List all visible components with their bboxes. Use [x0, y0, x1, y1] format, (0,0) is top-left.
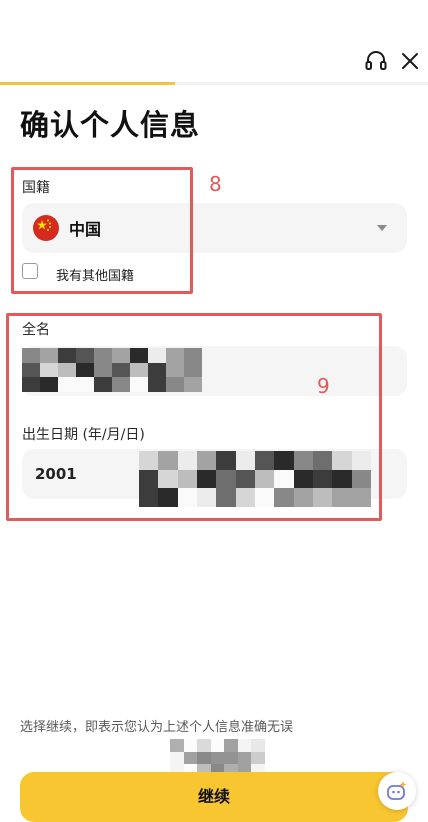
redaction-cell: [251, 751, 265, 765]
redaction-cell: [210, 739, 225, 752]
redaction-cell: [237, 739, 252, 752]
redaction-cell: [224, 751, 238, 765]
redaction-cell: [183, 751, 198, 765]
disclaimer-text: 选择继续，即表示您认为上述个人信息准确无误: [20, 720, 294, 735]
redaction-cell: [224, 739, 238, 752]
close-icon[interactable]: [400, 51, 420, 71]
headset-icon[interactable]: [364, 50, 388, 72]
annotation-box-8: [11, 167, 193, 294]
redaction-cell: [197, 751, 211, 765]
redaction-cell: [183, 739, 198, 752]
redaction-cell: [210, 751, 225, 765]
annotation-number-9: 9: [317, 374, 330, 398]
redaction-cell: [170, 739, 184, 752]
continue-button[interactable]: 继续: [20, 772, 408, 822]
redaction-cell: [237, 751, 252, 765]
redaction-cell: [197, 739, 211, 752]
progress-bar: [0, 82, 176, 85]
redaction-cell: [170, 751, 184, 765]
chevron-down-icon: [377, 225, 387, 231]
sparkle-assistant-icon[interactable]: [378, 772, 416, 810]
annotation-number-8: 8: [209, 172, 222, 196]
annotation-box-9: [6, 313, 382, 521]
redaction-cell: [251, 739, 265, 752]
page-title: 确认个人信息: [20, 108, 201, 142]
